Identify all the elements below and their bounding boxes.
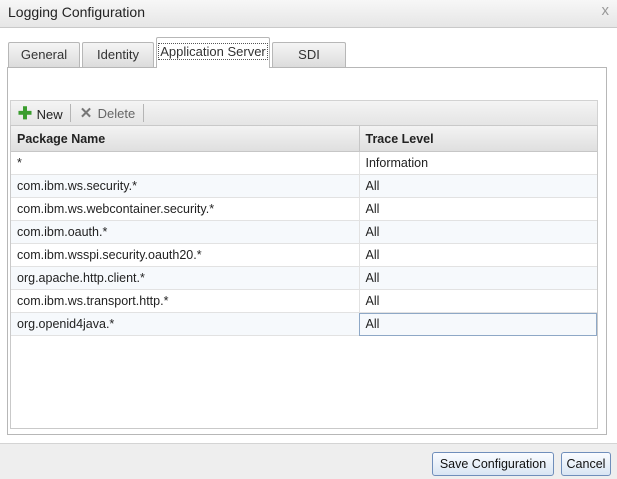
package-name-cell: com.ibm.ws.webcontainer.security.*	[11, 197, 360, 221]
trace-level-cell[interactable]: All	[359, 266, 597, 290]
package-table: Package Name Trace Level * Information c…	[10, 125, 598, 429]
tab-sdi[interactable]: SDI	[272, 42, 346, 67]
tab-label: SDI	[298, 47, 320, 62]
delete-button[interactable]: ✕ Delete	[78, 105, 136, 123]
package-name-cell: com.ibm.oauth.*	[11, 220, 360, 244]
package-name-cell: com.ibm.ws.transport.http.*	[11, 289, 360, 313]
table-row[interactable]: com.ibm.ws.webcontainer.security.* All	[11, 197, 597, 221]
trace-level-cell[interactable]: All	[359, 289, 597, 313]
tab-general[interactable]: General	[8, 42, 80, 67]
tab-panel: ✚ New ✕ Delete Package Name Trace Level …	[7, 67, 607, 435]
package-name-cell: *	[11, 151, 360, 175]
close-icon[interactable]: x	[602, 2, 610, 19]
package-name-cell: com.ibm.wsspi.security.oauth20.*	[11, 243, 360, 267]
toolbar-divider	[70, 104, 71, 122]
trace-level-cell[interactable]: Information	[359, 151, 597, 175]
trace-level-cell[interactable]: All	[359, 220, 597, 244]
table-row[interactable]: com.ibm.oauth.* All	[11, 220, 597, 244]
table-row[interactable]: org.apache.http.client.* All	[11, 266, 597, 290]
table-row[interactable]: * Information	[11, 151, 597, 175]
toolbar-divider	[143, 104, 144, 122]
dialog-footer: Save Configuration Cancel	[0, 443, 617, 479]
package-name-cell: org.openid4java.*	[11, 312, 360, 336]
delete-x-icon: ✕	[79, 105, 93, 122]
table-row[interactable]: com.ibm.ws.security.* All	[11, 174, 597, 198]
trace-level-cell[interactable]: All	[359, 174, 597, 198]
new-button[interactable]: ✚ New	[17, 105, 63, 123]
tab-label: General	[20, 47, 68, 62]
title-bar: Logging Configuration x	[0, 0, 617, 28]
new-label: New	[36, 107, 63, 122]
tab-application-server[interactable]: Application Server	[156, 37, 270, 68]
table-row[interactable]: org.openid4java.* All	[11, 312, 597, 336]
delete-label: Delete	[97, 106, 136, 121]
column-header-package-name[interactable]: Package Name	[11, 126, 360, 152]
window-title: Logging Configuration	[8, 4, 145, 20]
tab-label: Application Server	[158, 43, 268, 60]
package-name-cell: org.apache.http.client.*	[11, 266, 360, 290]
cancel-button[interactable]: Cancel	[561, 452, 611, 476]
trace-level-cell[interactable]: All	[359, 312, 597, 336]
table-header-row: Package Name Trace Level	[11, 126, 597, 152]
trace-level-cell[interactable]: All	[359, 243, 597, 267]
tab-label: Identity	[97, 47, 139, 62]
table-row[interactable]: com.ibm.ws.transport.http.* All	[11, 289, 597, 313]
package-name-cell: com.ibm.ws.security.*	[11, 174, 360, 198]
plus-icon: ✚	[17, 104, 33, 123]
table-row[interactable]: com.ibm.wsspi.security.oauth20.* All	[11, 243, 597, 267]
save-configuration-button[interactable]: Save Configuration	[432, 452, 554, 476]
trace-level-cell[interactable]: All	[359, 197, 597, 221]
tab-identity[interactable]: Identity	[82, 42, 154, 67]
toolbar: ✚ New ✕ Delete	[10, 100, 598, 126]
column-header-trace-level[interactable]: Trace Level	[359, 126, 597, 152]
